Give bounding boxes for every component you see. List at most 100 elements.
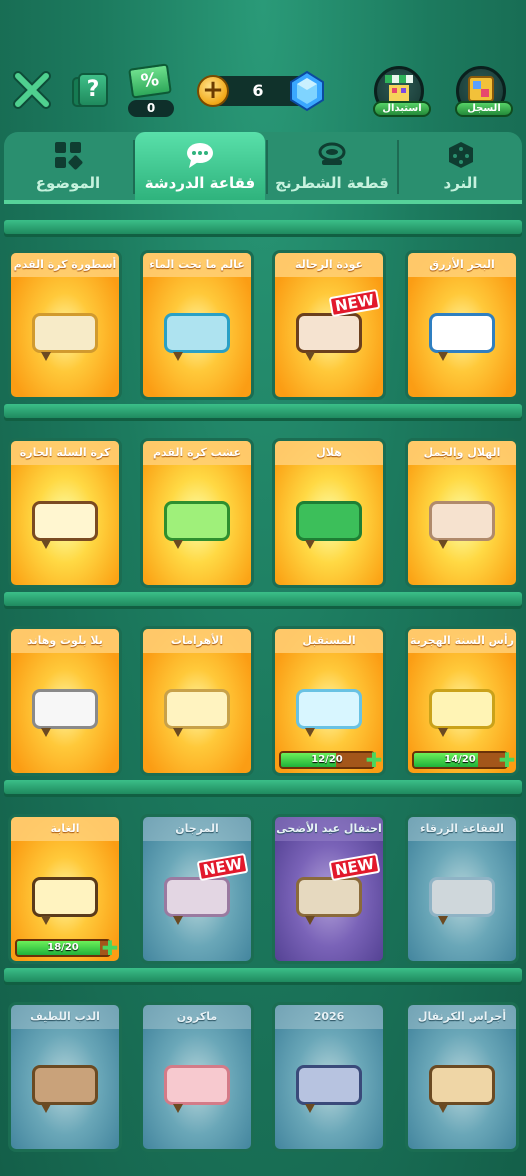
chat-bubble-preview-icon [429,689,495,737]
exchange-button[interactable]: استبدال [373,66,431,117]
chat-bubble-preview-icon [164,689,230,737]
tab-dice[interactable]: النرد [399,132,522,200]
chat-bubble-card[interactable]: الفقاعة الزرقاء [405,814,519,964]
help-button[interactable]: ? [72,70,112,110]
chat-bubble-icon [187,143,213,168]
chat-bubble-card[interactable]: يلا بلوت وهاند [8,626,122,776]
tab-chat-bubble[interactable]: فقاعة الدردشة [135,132,265,200]
top-bar: ? % 0 + 6 استبدال السجل [0,60,526,120]
chat-bubble-preview-icon [429,313,495,361]
card-title: يلا بلوت وهاند [11,629,119,653]
card-title: الغابة [11,817,119,841]
chat-bubble-card[interactable]: الدب اللطيف [8,1002,122,1152]
chat-bubble-card[interactable]: الهلال والجمل [405,438,519,588]
discount-ticket[interactable]: % 0 [126,63,176,120]
chat-bubble-preview-icon [164,313,230,361]
shelf [4,780,522,794]
chat-bubble-preview-icon [296,689,362,737]
record-button[interactable]: السجل [455,66,513,117]
card-title: الأهرامات [143,629,251,653]
chat-bubble-card[interactable]: عودة الرحالة NEW [272,250,386,400]
chat-bubble-preview-icon [164,877,230,925]
card-title: المستقبل [275,629,383,653]
chat-bubble-preview-icon [32,1065,98,1113]
puzzle-piece-icon: ✚ [365,748,383,772]
chat-bubble-preview-icon [429,501,495,549]
puzzle-piece-icon: ✚ [498,748,516,772]
chat-bubble-preview-icon [32,689,98,737]
new-badge: NEW [196,852,249,882]
chat-bubble-card[interactable]: هلال [272,438,386,588]
shelf [4,220,522,234]
card-title: هلال [275,441,383,465]
progress-text: 18/20 [47,942,79,953]
chat-bubble-card[interactable]: عالم ما تحت الماء [140,250,254,400]
shelf [4,968,522,982]
chat-bubble-card[interactable]: أسطورة كرة القدم [8,250,122,400]
chat-bubble-preview-icon [429,1065,495,1113]
grid-icon [55,142,83,170]
card-title: البحر الأزرق [408,253,516,277]
tab-label: قطعة الشطرنج [275,174,389,192]
tab-theme[interactable]: الموضوع [4,132,132,200]
card-title: كرة السلة الحارة [11,441,119,465]
shelf [4,404,522,418]
chat-bubble-card[interactable]: أجراس الكرنفال [405,1002,519,1152]
category-tabs: الموضوع فقاعة الدردشة قطعة الشطرنج النرد [4,132,522,204]
chat-bubble-card[interactable]: الأهرامات [140,626,254,776]
card-title: ماكرون [143,1005,251,1029]
chat-bubble-preview-icon [32,877,98,925]
exchange-label: استبدال [373,101,431,117]
add-gems-button[interactable]: + [197,75,229,107]
chat-bubble-card[interactable]: المرجان NEW [140,814,254,964]
chat-bubble-preview-icon [296,877,362,925]
card-title: الدب اللطيف [11,1005,119,1029]
chat-bubble-preview-icon [296,501,362,549]
card-title: الفقاعة الزرقاء [408,817,516,841]
chess-piece-icon [318,142,346,165]
close-button[interactable] [12,70,52,110]
collection-progress-bar: 18/20 [15,939,111,957]
chat-bubble-card[interactable]: المستقبل 12/20 ✚ [272,626,386,776]
question-icon: ? [78,73,108,107]
chat-bubble-card[interactable]: ماكرون [140,1002,254,1152]
puzzle-piece-icon: ✚ [101,936,119,960]
card-title: أجراس الكرنفال [408,1005,516,1029]
card-title: 2026 [275,1005,383,1029]
tab-chess-piece[interactable]: قطعة الشطرنج [268,132,396,200]
shelf [4,592,522,606]
dice-icon [448,142,473,168]
card-title: عودة الرحالة [275,253,383,277]
chat-bubble-card[interactable]: كرة السلة الحارة [8,438,122,588]
ticket-count: 0 [128,100,174,117]
chat-bubble-card[interactable]: احتفال عيد الأضحى NEW [272,814,386,964]
tab-label: النرد [443,174,478,192]
gem-balance: + 6 [197,70,324,112]
chat-bubble-card[interactable]: البحر الأزرق [405,250,519,400]
close-icon [13,71,51,109]
chat-bubble-grid: البحر الأزرق عودة الرحالة NEW عالم ما تحت ا… [0,208,526,1176]
chat-bubble-preview-icon [296,313,362,361]
chat-bubble-card[interactable]: 2026 [272,1002,386,1152]
gem-icon [290,70,324,112]
card-title: الهلال والجمل [408,441,516,465]
new-badge: NEW [328,288,381,318]
chat-bubble-preview-icon [429,877,495,925]
card-title: احتفال عيد الأضحى [275,817,383,841]
chat-bubble-card[interactable]: الغابة 18/20 ✚ [8,814,122,964]
chat-bubble-preview-icon [32,501,98,549]
card-title: أسطورة كرة القدم [11,253,119,277]
new-badge: NEW [328,852,381,882]
tab-label: فقاعة الدردشة [144,174,256,192]
progress-text: 14/20 [444,754,476,765]
chat-bubble-preview-icon [164,501,230,549]
chat-bubble-preview-icon [32,313,98,361]
progress-text: 12/20 [311,754,343,765]
chat-bubble-card[interactable]: عشب كرة القدم [140,438,254,588]
card-title: عشب كرة القدم [143,441,251,465]
chat-bubble-preview-icon [296,1065,362,1113]
chat-bubble-preview-icon [164,1065,230,1113]
record-label: السجل [455,101,513,117]
card-title: عالم ما تحت الماء [143,253,251,277]
chat-bubble-card[interactable]: رأس السنة الهجرية 14/20 ✚ [405,626,519,776]
